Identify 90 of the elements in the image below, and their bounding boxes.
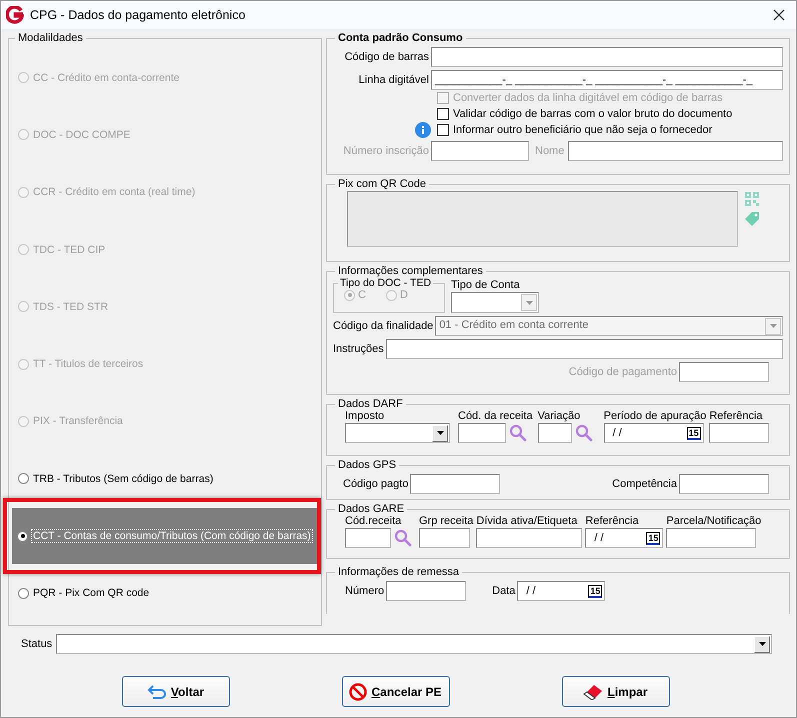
group-title: Dados GARE bbox=[337, 503, 406, 515]
input-field[interactable] bbox=[538, 423, 572, 443]
return-arrow-icon bbox=[146, 684, 167, 698]
checkbox-label[interactable]: Informar outro beneficiário que não seja o fornecedor bbox=[453, 124, 712, 136]
radio-button[interactable] bbox=[17, 530, 28, 542]
checkbox-label[interactable]: Validar código de barras com o valor bruto do documento bbox=[453, 108, 732, 120]
radio-label[interactable]: PQR - Pix Com QR code bbox=[33, 587, 150, 600]
field-label: Código de barras bbox=[344, 51, 429, 63]
field-label: Número inscrição bbox=[342, 145, 429, 157]
group-title: Informações de remessa bbox=[337, 566, 460, 578]
dropdown-field[interactable] bbox=[345, 423, 450, 443]
info-icon[interactable] bbox=[415, 122, 431, 138]
field-label: Dívida ativa/Etiqueta bbox=[476, 515, 578, 527]
window-title: CPG - Dados do pagamento eletrônico bbox=[30, 8, 246, 22]
back-button[interactable]: Voltar bbox=[122, 676, 230, 707]
field-label: Linha digitável bbox=[358, 74, 429, 86]
input-field[interactable] bbox=[568, 141, 783, 161]
checkbox[interactable] bbox=[437, 108, 449, 120]
caret-icon bbox=[758, 642, 766, 646]
field-label: Parcela/Notificação bbox=[666, 515, 762, 527]
field-label: Tipo de Conta bbox=[451, 279, 521, 291]
clear-button[interactable]: Limpar bbox=[562, 676, 670, 707]
input-field[interactable] bbox=[386, 581, 466, 601]
eraser-icon bbox=[583, 684, 604, 700]
radio-label[interactable]: TRB - Tributos (Sem código de barras) bbox=[33, 472, 214, 485]
date-value: / / bbox=[526, 585, 536, 597]
field-label: Imposto bbox=[345, 410, 386, 422]
field-label: Variação bbox=[538, 410, 582, 422]
group-title: Tipo do DOC - TED bbox=[339, 277, 432, 289]
field-label: Data bbox=[492, 585, 516, 597]
close-icon[interactable] bbox=[773, 9, 785, 21]
dropdown-field[interactable] bbox=[56, 634, 772, 654]
search-icon[interactable] bbox=[574, 424, 593, 442]
cancel-button[interactable]: Cancelar PE bbox=[342, 676, 450, 707]
radio-button[interactable] bbox=[18, 473, 29, 484]
date-value: / / bbox=[594, 532, 604, 544]
field-label: Período de apuração bbox=[604, 410, 706, 422]
calendar-button[interactable]: 15 bbox=[646, 532, 660, 544]
checkbox[interactable] bbox=[437, 124, 449, 136]
date-field[interactable]: / / 15 bbox=[517, 581, 606, 601]
input-field[interactable] bbox=[458, 423, 506, 443]
field-label: Referência bbox=[709, 410, 764, 422]
input-field[interactable]: ___________-_ ___________-_ ___________-_ ___________-_ bbox=[431, 70, 783, 90]
date-field[interactable]: / / 15 bbox=[585, 528, 664, 548]
calendar-button[interactable]: 15 bbox=[588, 584, 602, 598]
input-field[interactable] bbox=[419, 528, 470, 548]
field-label: Código da finalidade bbox=[333, 320, 434, 332]
group-title: Dados GPS bbox=[337, 459, 398, 471]
field-label: Grp receita bbox=[419, 515, 474, 527]
search-icon[interactable] bbox=[394, 529, 412, 547]
field-label: Nome bbox=[535, 145, 564, 157]
input-field[interactable] bbox=[679, 362, 769, 382]
dropdown-field[interactable] bbox=[451, 292, 539, 313]
field-label: Código de pagamento bbox=[568, 366, 677, 378]
input-field[interactable] bbox=[709, 423, 770, 443]
input-field[interactable] bbox=[679, 474, 769, 494]
calendar-button[interactable]: 15 bbox=[686, 426, 701, 440]
date-field[interactable]: / / 15 bbox=[604, 423, 704, 443]
radio-button[interactable] bbox=[18, 588, 29, 599]
input-field[interactable] bbox=[476, 528, 582, 548]
prohibited-icon bbox=[349, 682, 368, 700]
caret-icon bbox=[526, 300, 532, 304]
field-label: Cód.receita bbox=[345, 515, 402, 527]
dropdown-field[interactable]: 01 - Crédito em conta corrente bbox=[435, 316, 783, 336]
app-logo-icon bbox=[6, 6, 24, 24]
field-label: Cód. da receita bbox=[458, 410, 533, 422]
field-label: Instruções bbox=[333, 343, 384, 355]
group-title: Modalildades bbox=[17, 32, 84, 44]
caret-icon bbox=[436, 431, 444, 435]
input-field[interactable] bbox=[410, 474, 500, 494]
input-field[interactable] bbox=[345, 528, 391, 548]
field-label: Código pagto bbox=[343, 478, 408, 490]
radio-label[interactable]: CCT - Contas de consumo/Tributos (Com código de barras) bbox=[32, 530, 312, 542]
date-value: / / bbox=[612, 427, 622, 439]
field-label: Status bbox=[21, 638, 52, 650]
input-field[interactable] bbox=[386, 339, 783, 359]
group-title: Informações complementares bbox=[337, 265, 484, 277]
group-title: Dados DARF bbox=[337, 398, 404, 410]
field-label: Referência bbox=[585, 515, 640, 527]
input-mask: ___________-_ ___________-_ ___________-_ ___________-_ bbox=[435, 74, 752, 86]
input-field[interactable] bbox=[666, 528, 756, 548]
field-label: Competência bbox=[612, 478, 677, 490]
search-icon[interactable] bbox=[509, 424, 527, 442]
caret-icon bbox=[770, 324, 776, 328]
group-title: Pix com QR Code bbox=[337, 178, 428, 190]
field-label: Número bbox=[345, 585, 384, 597]
input-field[interactable] bbox=[431, 141, 529, 161]
selected-value: 01 - Crédito em conta corrente bbox=[439, 319, 588, 331]
group-title: Conta padrão Consumo bbox=[337, 32, 464, 44]
input-field[interactable] bbox=[431, 47, 783, 67]
